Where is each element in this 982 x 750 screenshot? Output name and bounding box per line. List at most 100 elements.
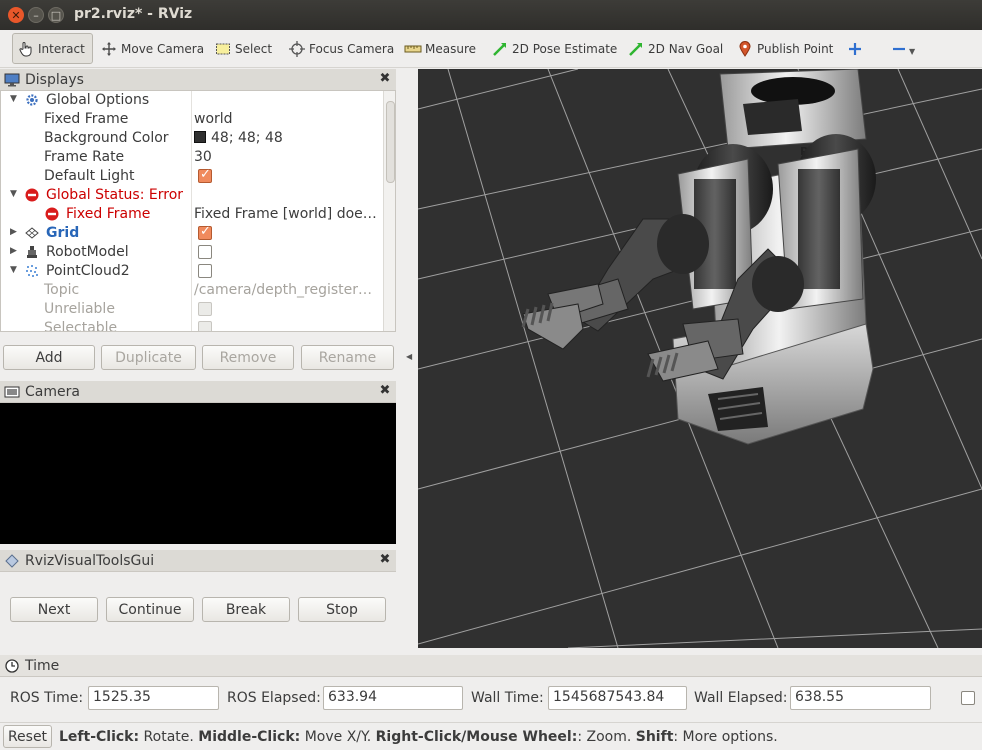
left-click-desc: Rotate. (139, 729, 199, 745)
add-display-button[interactable]: Add (3, 345, 95, 370)
experimental-checkbox[interactable] (961, 691, 975, 705)
minus-icon (890, 40, 908, 58)
tree-value[interactable]: 30 (194, 149, 212, 165)
move-camera-label: Move Camera (121, 41, 205, 56)
point-cloud-icon (25, 264, 39, 278)
rename-display-button[interactable]: Rename (301, 345, 394, 370)
remove-tool-button[interactable]: ▼ (886, 33, 919, 64)
collapse-left-icon[interactable]: ◀ (406, 352, 412, 361)
close-icon[interactable]: ✖ (378, 553, 392, 567)
duplicate-display-button[interactable]: Duplicate (101, 345, 196, 370)
tree-row-background-color[interactable]: Background Color 48; 48; 48 (1, 129, 383, 148)
tree-row-global-status[interactable]: ▼ Global Status: Error (1, 186, 383, 205)
render-viewport[interactable]: PR2 (418, 69, 982, 648)
ros-elapsed-label: ROS Elapsed: (227, 690, 321, 706)
pose-estimate-label: 2D Pose Estimate (512, 41, 618, 56)
expand-arrow-icon[interactable]: ▶ (10, 246, 17, 256)
tree-row-fixed-frame-status[interactable]: Fixed Frame Fixed Frame [world] doe… (1, 205, 383, 224)
tree-value[interactable]: world (194, 111, 233, 127)
unreliable-checkbox[interactable] (198, 302, 212, 316)
tree-row-grid[interactable]: ▶ Grid (1, 224, 383, 243)
focus-camera-tool-button[interactable]: Focus Camera (284, 33, 398, 64)
expand-arrow-icon[interactable]: ▼ (10, 265, 17, 275)
break-button[interactable]: Break (202, 597, 290, 622)
shift-desc: : More options. (673, 729, 778, 745)
tree-label: Fixed Frame (44, 111, 129, 127)
tree-row-robot-model[interactable]: ▶ RobotModel (1, 243, 383, 262)
expand-arrow-icon[interactable]: ▼ (10, 94, 17, 104)
scrollbar-thumb[interactable] (386, 101, 395, 183)
window-maximize-button[interactable]: □ (48, 7, 64, 23)
color-swatch[interactable] (194, 131, 206, 143)
wall-elapsed-field[interactable]: 638.55 (790, 686, 931, 710)
tree-label: Grid (46, 225, 80, 241)
camera-panel-header: Camera ✖ (0, 381, 396, 403)
remove-display-button[interactable]: Remove (202, 345, 294, 370)
tree-row-topic[interactable]: Topic /camera/depth_register… (1, 281, 383, 300)
wall-elapsed-label: Wall Elapsed: (694, 690, 788, 706)
green-arrow-icon (627, 40, 645, 58)
gear-icon (25, 93, 39, 107)
tree-label: Unreliable (44, 301, 115, 317)
close-icon[interactable]: ✖ (378, 384, 392, 398)
hand-pointer-icon (17, 40, 35, 58)
select-label: Select (235, 41, 273, 56)
expand-arrow-icon[interactable]: ▶ (10, 227, 17, 237)
displays-title: Displays (25, 71, 84, 88)
nav-goal-tool-button[interactable]: 2D Nav Goal (623, 33, 727, 64)
tree-row-frame-rate[interactable]: Frame Rate 30 (1, 148, 383, 167)
pointcloud2-checkbox[interactable] (198, 264, 212, 278)
move-arrows-icon (100, 40, 118, 58)
expand-arrow-icon[interactable]: ▼ (10, 189, 17, 199)
ros-time-field[interactable]: 1525.35 (88, 686, 219, 710)
status-bar: Reset Left-Click: Rotate. Middle-Click: … (0, 722, 982, 750)
reset-button[interactable]: Reset (3, 725, 52, 748)
wall-time-field[interactable]: 1545687543.84 (548, 686, 687, 710)
grid-checkbox[interactable] (198, 224, 212, 240)
left-click-key: Left-Click: (59, 729, 140, 745)
scene-svg: PR2 (418, 69, 982, 648)
camera-view[interactable] (0, 403, 396, 544)
move-camera-tool-button[interactable]: Move Camera (96, 33, 208, 64)
measure-tool-button[interactable]: Measure (400, 33, 480, 64)
publish-point-tool-button[interactable]: Publish Point (732, 33, 837, 64)
tree-row-default-light[interactable]: Default Light (1, 167, 383, 186)
default-light-checkbox[interactable] (198, 167, 212, 183)
tree-label: Default Light (44, 168, 135, 184)
focus-camera-label: Focus Camera (309, 41, 395, 56)
stop-button[interactable]: Stop (298, 597, 386, 622)
continue-button[interactable]: Continue (106, 597, 194, 622)
selectable-checkbox[interactable] (198, 321, 212, 331)
ruler-icon (404, 40, 422, 58)
publish-point-label: Publish Point (757, 41, 834, 56)
displays-tree: ▼ Global Options Fixed Frame world Backg… (0, 90, 396, 332)
tree-row-fixed-frame[interactable]: Fixed Frame world (1, 110, 383, 129)
tree-row-selectable[interactable]: Selectable (1, 319, 383, 331)
tree-row-unreliable[interactable]: Unreliable (1, 300, 383, 319)
add-tool-button[interactable] (842, 33, 871, 64)
tree-value[interactable]: 48; 48; 48 (194, 130, 283, 146)
maximize-icon: □ (50, 8, 62, 22)
interact-tool-button[interactable]: Interact (12, 33, 93, 64)
shift-key: Shift (635, 729, 674, 745)
tree-row-global-options[interactable]: ▼ Global Options (1, 91, 383, 110)
ros-elapsed-field[interactable]: 633.94 (323, 686, 463, 710)
tree-label: PointCloud2 (46, 263, 130, 279)
select-tool-button[interactable]: Select (210, 33, 276, 64)
clock-icon (4, 658, 20, 674)
right-click-key: Right-Click/Mouse Wheel: (375, 729, 578, 745)
tree-scrollbar[interactable] (383, 91, 395, 331)
tree-value: Fixed Frame [world] doe… (194, 206, 377, 222)
window-title: pr2.rviz* - RViz (74, 6, 193, 22)
window-minimize-button[interactable]: – (28, 7, 44, 23)
measure-label: Measure (425, 41, 476, 56)
window-close-button[interactable]: ✕ (8, 7, 24, 23)
next-button[interactable]: Next (10, 597, 98, 622)
close-icon[interactable]: ✖ (378, 72, 392, 86)
tree-value[interactable]: /camera/depth_register… (194, 282, 372, 298)
robot-icon (25, 245, 39, 259)
robot-model-checkbox[interactable] (198, 245, 212, 259)
time-title: Time (25, 657, 60, 674)
pose-estimate-tool-button[interactable]: 2D Pose Estimate (487, 33, 621, 64)
tree-row-pointcloud2[interactable]: ▼ PointCloud2 (1, 262, 383, 281)
